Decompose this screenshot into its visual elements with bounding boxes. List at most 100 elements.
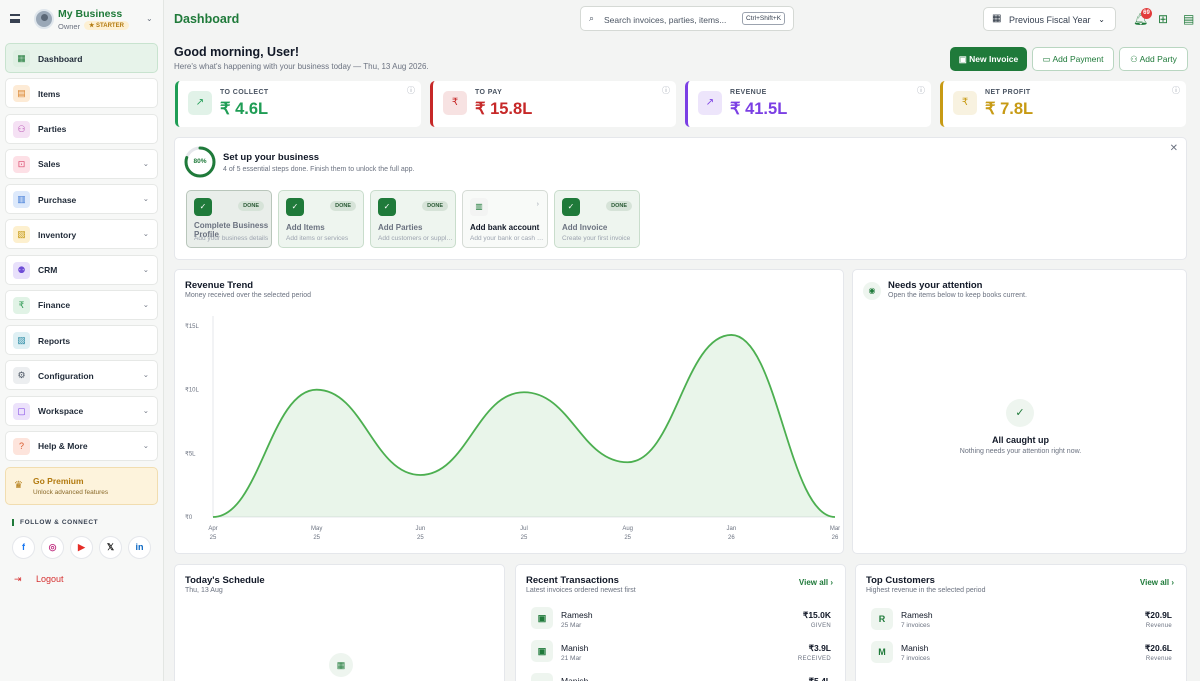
setup-step-add-invoice[interactable]: ✓ DONE Add Invoice Create your first invoic… [554,190,640,248]
sidebar-item-sales[interactable]: ⊡ Sales ⌄ [5,148,158,179]
kpi-label: NET PROFIT [985,89,1031,96]
x-tick-year: 25 [210,535,217,541]
chevron-down-icon: ⌄ [142,229,149,239]
chevron-down-icon[interactable]: ⌄ [146,14,153,23]
sidebar-item-label: Purchase [38,194,77,205]
kpi-card-to-pay[interactable]: ₹ TO PAY ₹ 15.8L ⓘ [430,81,676,127]
purchase-icon: ▥ [13,191,30,208]
x-tick-year: 26 [832,535,839,541]
x-tick-year: 25 [521,535,528,541]
sidebar-item-label: Sales [38,159,61,170]
x-tick-label: Mar 26 [830,526,840,541]
customers-view-all-link[interactable]: View all › [1140,578,1174,587]
chevron-down-icon: ⌄ [142,158,149,168]
sidebar-item-help-more[interactable]: ? Help & More ⌄ [5,430,158,461]
transaction-type: RECEIVED [797,656,831,662]
sidebar-item-parties[interactable]: ⚇ Parties [5,113,158,144]
info-icon[interactable]: ⓘ [662,85,670,96]
y-tick-label: ₹10L [185,387,199,394]
transaction-amount: ₹3.9L [808,643,831,653]
add-payment-label: Add Payment [1052,54,1104,64]
attention-title: Needs your attention [888,280,983,291]
instagram-icon[interactable]: ◎ [41,536,64,559]
kpi-card-revenue[interactable]: ↗ REVENUE ₹ 41.5L ⓘ [685,81,931,127]
gift-icon[interactable]: ⊞ [1158,12,1168,26]
setup-step-add-bank-account[interactable]: ▥ › Add bank account Add your bank or cash … [462,190,548,248]
kpi-card-to-collect[interactable]: ↗ TO COLLECT ₹ 4.6L ⓘ [175,81,421,127]
sidebar-item-label: CRM [38,265,58,275]
sidebar-item-items[interactable]: ▤ Items [5,78,158,109]
plan-badge: ★ STARTER [84,21,129,30]
x-tick-label: Jan 26 [726,526,736,541]
crm-icon: ⚉ [13,261,30,279]
transaction-amount: ₹5.4L [808,676,831,681]
close-icon[interactable]: ✕ [1170,143,1178,154]
wallet-icon[interactable]: ▤ [1183,12,1194,26]
info-icon[interactable]: ⓘ [1172,85,1180,96]
fiscal-year-select[interactable]: ▦ Previous Fiscal Year ⌄ [983,7,1116,31]
x-tick-label: Jun 25 [415,526,425,541]
sidebar-item-purchase[interactable]: ▥ Purchase ⌄ [5,184,158,214]
search-icon: ⌕ [589,13,595,23]
x-icon[interactable]: 𝕏 [99,536,122,559]
x-tick-label: Apr 25 [208,526,217,541]
add-party-button[interactable]: ⚇ Add Party [1119,47,1188,71]
chevron-right-icon: › [536,201,539,208]
facebook-icon[interactable]: f [12,536,35,559]
add-payment-button[interactable]: ▭ Add Payment [1032,47,1114,71]
info-icon[interactable]: ⓘ [917,85,925,96]
revenue-trend-panel: Revenue Trend Money received over the se… [174,269,844,554]
sidebar-item-finance[interactable]: ₹ Finance ⌄ [5,289,158,320]
sidebar-item-configuration[interactable]: ⚙ Configuration ⌄ [5,360,158,391]
setup-step-add-parties[interactable]: ✓ DONE Add Parties Add customers or supplie… [370,190,456,248]
menu-icon[interactable] [10,14,20,23]
setup-step-complete-business-profile[interactable]: ✓ DONE Complete Business Profile Add your b… [186,190,272,248]
transaction-type: GIVEN [810,623,831,629]
items-icon: ▤ [13,85,30,103]
sidebar-item-workspace[interactable]: ▢ Workspace ⌄ [5,395,158,426]
go-premium-card[interactable]: ♛ Go Premium Unlock advanced features [5,467,158,505]
step-title: Add bank account [470,223,540,232]
sidebar-item-label: Parties [38,124,67,134]
page-title: Dashboard [174,12,240,26]
business-switcher[interactable]: My Business Owner ★ STARTER ⌄ [0,0,164,40]
sidebar-item-label: Dashboard [38,53,83,64]
x-tick-year: 25 [417,535,424,541]
sidebar-item-crm[interactable]: ⚉ CRM ⌄ [5,254,158,285]
x-tick-year: 25 [313,535,320,541]
transaction-party: Manish [561,643,589,653]
x-tick-month: Jul [520,526,528,532]
receipt-icon: ▣ [531,640,553,662]
setup-step-add-items[interactable]: ✓ DONE Add Items Add items or services [278,190,364,248]
step-status-badge: DONE [606,201,632,211]
info-icon[interactable]: ⓘ [407,85,415,96]
greeting-title: Good morning, User! [174,45,299,59]
kpi-card-net-profit[interactable]: ₹ NET PROFIT ₹ 7.8L ⓘ [940,81,1186,127]
step-subtitle: Create your first invoice [562,235,631,242]
youtube-icon[interactable]: ▶ [70,536,93,559]
setup-card: 80% Set up your business 4 of 5 essentia… [174,137,1187,260]
logout-button[interactable]: ⇥ Logout [14,574,64,584]
chevron-down-icon: ⌄ [1098,15,1105,24]
search-shortcut: Ctrl+Shift+K [742,12,786,25]
linkedin-icon[interactable]: in [128,536,151,559]
y-tick-label: ₹5L [185,450,196,457]
bank-icon: ▥ [470,198,488,216]
step-title: Add Invoice [562,223,608,232]
step-subtitle: Add items or services [286,235,349,242]
chevron-down-icon: ⌄ [142,370,149,380]
kpi-value: ₹ 41.5L [730,100,788,118]
new-invoice-button[interactable]: ▣ New Invoice [950,47,1027,71]
sidebar-item-reports[interactable]: ▨ Reports [5,325,158,355]
search-input[interactable]: ⌕ Search invoices, parties, items... Ctr… [580,6,794,31]
avatar [34,9,54,29]
sidebar-item-inventory[interactable]: ▧ Inventory ⌄ [5,219,158,250]
x-tick-month: May [311,526,322,532]
check-icon: ✓ [286,198,304,216]
crown-icon: ♛ [14,480,23,491]
kpi-label: REVENUE [730,89,767,96]
transactions-view-all-link[interactable]: View all › [799,578,833,587]
kpi-value: ₹ 15.8L [475,100,533,118]
premium-title: Go Premium [33,476,84,486]
sidebar-item-dashboard[interactable]: ▦ Dashboard [5,43,158,73]
